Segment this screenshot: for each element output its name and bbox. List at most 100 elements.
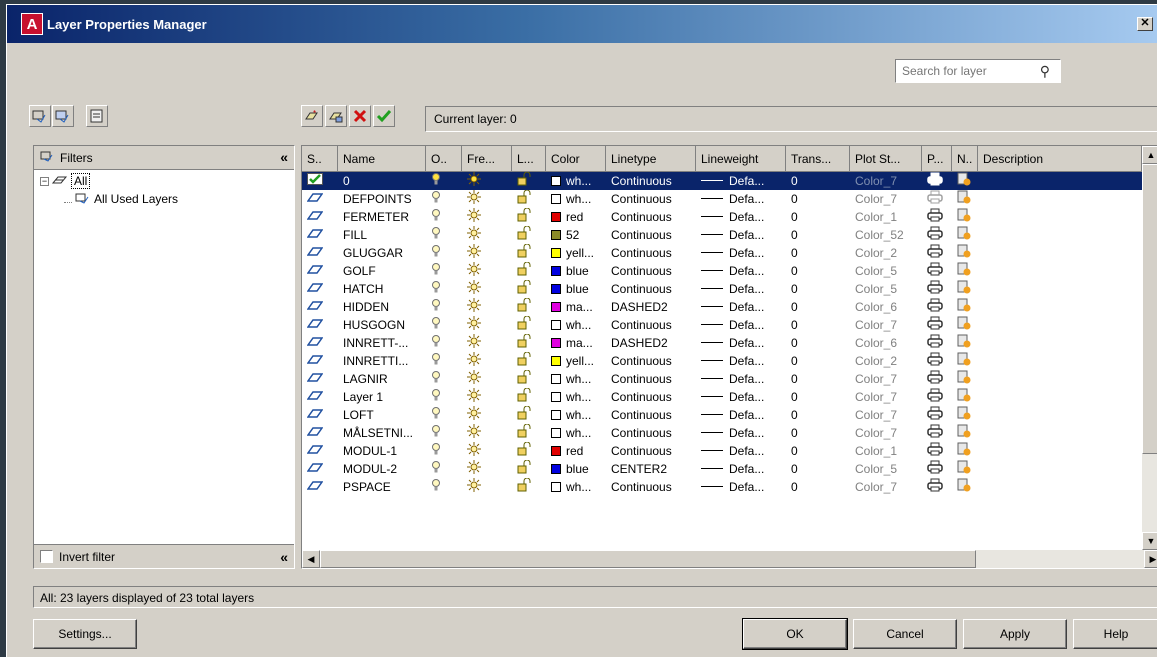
layer-lineweight[interactable]: Defa...: [701, 352, 786, 370]
layer-linetype[interactable]: Continuous: [611, 226, 696, 244]
new-vp-freeze-icon[interactable]: [957, 172, 978, 190]
freeze-sun-icon[interactable]: [467, 388, 512, 406]
lock-icon[interactable]: [517, 280, 546, 298]
layer-lineweight[interactable]: Defa...: [701, 244, 786, 262]
column-header-name[interactable]: Name: [338, 146, 426, 172]
invert-filter-checkbox[interactable]: [40, 550, 53, 563]
new-vp-freeze-icon[interactable]: [957, 226, 978, 244]
on-off-bulb-icon[interactable]: [431, 352, 462, 370]
lock-icon[interactable]: [517, 352, 546, 370]
column-header-plot-style[interactable]: Plot St...: [850, 146, 922, 172]
column-header-linetype[interactable]: Linetype: [606, 146, 696, 172]
freeze-sun-icon[interactable]: [467, 406, 512, 424]
new-vp-freeze-icon[interactable]: [957, 424, 978, 442]
layer-transparency[interactable]: 0: [791, 406, 850, 424]
lock-icon[interactable]: [517, 190, 546, 208]
layer-color[interactable]: blue: [551, 280, 606, 298]
column-header-freeze[interactable]: Fre...: [462, 146, 512, 172]
collapse-panel-icon[interactable]: «: [280, 549, 288, 565]
search-icon[interactable]: ⚲: [1040, 63, 1050, 80]
new-layer-vp-frozen-icon[interactable]: [325, 105, 347, 127]
layer-row[interactable]: GLUGGAR yell... Continuous Defa... 0 Color_2: [302, 244, 1142, 262]
new-vp-freeze-icon[interactable]: [957, 262, 978, 280]
layer-row[interactable]: LOFT wh... Continuous Defa... 0 Color_7: [302, 406, 1142, 424]
on-off-bulb-icon[interactable]: [431, 190, 462, 208]
delete-layer-icon[interactable]: [349, 105, 371, 127]
lock-icon[interactable]: [517, 370, 546, 388]
plot-printer-icon[interactable]: [927, 334, 952, 352]
layer-name[interactable]: GOLF: [343, 262, 426, 280]
scroll-up-icon[interactable]: ▲: [1142, 146, 1157, 164]
lock-icon[interactable]: [517, 424, 546, 442]
layer-name[interactable]: 0: [343, 172, 426, 190]
layer-color[interactable]: wh...: [551, 370, 606, 388]
lock-icon[interactable]: [517, 172, 546, 190]
layer-lineweight[interactable]: Defa...: [701, 442, 786, 460]
layer-transparency[interactable]: 0: [791, 280, 850, 298]
layer-color[interactable]: wh...: [551, 406, 606, 424]
layer-color[interactable]: wh...: [551, 388, 606, 406]
plot-printer-icon[interactable]: [927, 370, 952, 388]
column-header-lineweight[interactable]: Lineweight: [696, 146, 786, 172]
layer-transparency[interactable]: 0: [791, 298, 850, 316]
freeze-sun-icon[interactable]: [467, 334, 512, 352]
on-off-bulb-icon[interactable]: [431, 460, 462, 478]
layer-linetype[interactable]: Continuous: [611, 424, 696, 442]
layer-lineweight[interactable]: Defa...: [701, 172, 786, 190]
freeze-sun-icon[interactable]: [467, 190, 512, 208]
new-vp-freeze-icon[interactable]: [957, 370, 978, 388]
freeze-sun-icon[interactable]: [467, 424, 512, 442]
plot-printer-icon[interactable]: [927, 406, 952, 424]
layer-linetype[interactable]: Continuous: [611, 442, 696, 460]
layer-color[interactable]: 52: [551, 226, 606, 244]
ok-button[interactable]: OK: [742, 618, 848, 650]
new-vp-freeze-icon[interactable]: [957, 460, 978, 478]
layer-color[interactable]: wh...: [551, 190, 606, 208]
layer-lineweight[interactable]: Defa...: [701, 298, 786, 316]
layer-row[interactable]: HIDDEN ma... DASHED2 Defa... 0 Color_6: [302, 298, 1142, 316]
new-vp-freeze-icon[interactable]: [957, 298, 978, 316]
tree-item-all-used-layers[interactable]: All Used Layers: [34, 190, 294, 208]
lock-icon[interactable]: [517, 334, 546, 352]
lock-icon[interactable]: [517, 208, 546, 226]
layer-name[interactable]: DEFPOINTS: [343, 190, 426, 208]
on-off-bulb-icon[interactable]: [431, 442, 462, 460]
freeze-sun-icon[interactable]: [467, 352, 512, 370]
freeze-sun-icon[interactable]: [467, 280, 512, 298]
plot-printer-icon[interactable]: [927, 460, 952, 478]
plot-printer-icon[interactable]: [927, 244, 952, 262]
help-button[interactable]: Help: [1073, 619, 1157, 649]
column-header-new-vp-freeze[interactable]: N..: [952, 146, 978, 172]
settings-button[interactable]: Settings...: [33, 619, 137, 649]
on-off-bulb-icon[interactable]: [431, 370, 462, 388]
layer-row[interactable]: Layer 1 wh... Continuous Defa... 0 Color_7: [302, 388, 1142, 406]
layer-color[interactable]: blue: [551, 460, 606, 478]
new-vp-freeze-icon[interactable]: [957, 190, 978, 208]
column-header-transparency[interactable]: Trans...: [786, 146, 850, 172]
layer-name[interactable]: LAGNIR: [343, 370, 426, 388]
on-off-bulb-icon[interactable]: [431, 298, 462, 316]
lock-icon[interactable]: [517, 226, 546, 244]
layer-transparency[interactable]: 0: [791, 316, 850, 334]
layer-color[interactable]: blue: [551, 262, 606, 280]
on-off-bulb-icon[interactable]: [431, 262, 462, 280]
freeze-sun-icon[interactable]: [467, 370, 512, 388]
layer-lineweight[interactable]: Defa...: [701, 334, 786, 352]
layer-linetype[interactable]: Continuous: [611, 316, 696, 334]
layer-transparency[interactable]: 0: [791, 352, 850, 370]
layer-linetype[interactable]: Continuous: [611, 406, 696, 424]
layer-lineweight[interactable]: Defa...: [701, 316, 786, 334]
on-off-bulb-icon[interactable]: [431, 280, 462, 298]
plot-printer-icon[interactable]: [927, 280, 952, 298]
new-vp-freeze-icon[interactable]: [957, 244, 978, 262]
collapse-filters-icon[interactable]: «: [280, 149, 288, 165]
on-off-bulb-icon[interactable]: [431, 226, 462, 244]
layer-linetype[interactable]: Continuous: [611, 244, 696, 262]
layer-transparency[interactable]: 0: [791, 442, 850, 460]
on-off-bulb-icon[interactable]: [431, 172, 462, 190]
layer-name[interactable]: FERMETER: [343, 208, 426, 226]
layer-linetype[interactable]: DASHED2: [611, 334, 696, 352]
layer-name[interactable]: Layer 1: [343, 388, 426, 406]
on-off-bulb-icon[interactable]: [431, 388, 462, 406]
scroll-left-icon[interactable]: ◀: [302, 550, 320, 568]
